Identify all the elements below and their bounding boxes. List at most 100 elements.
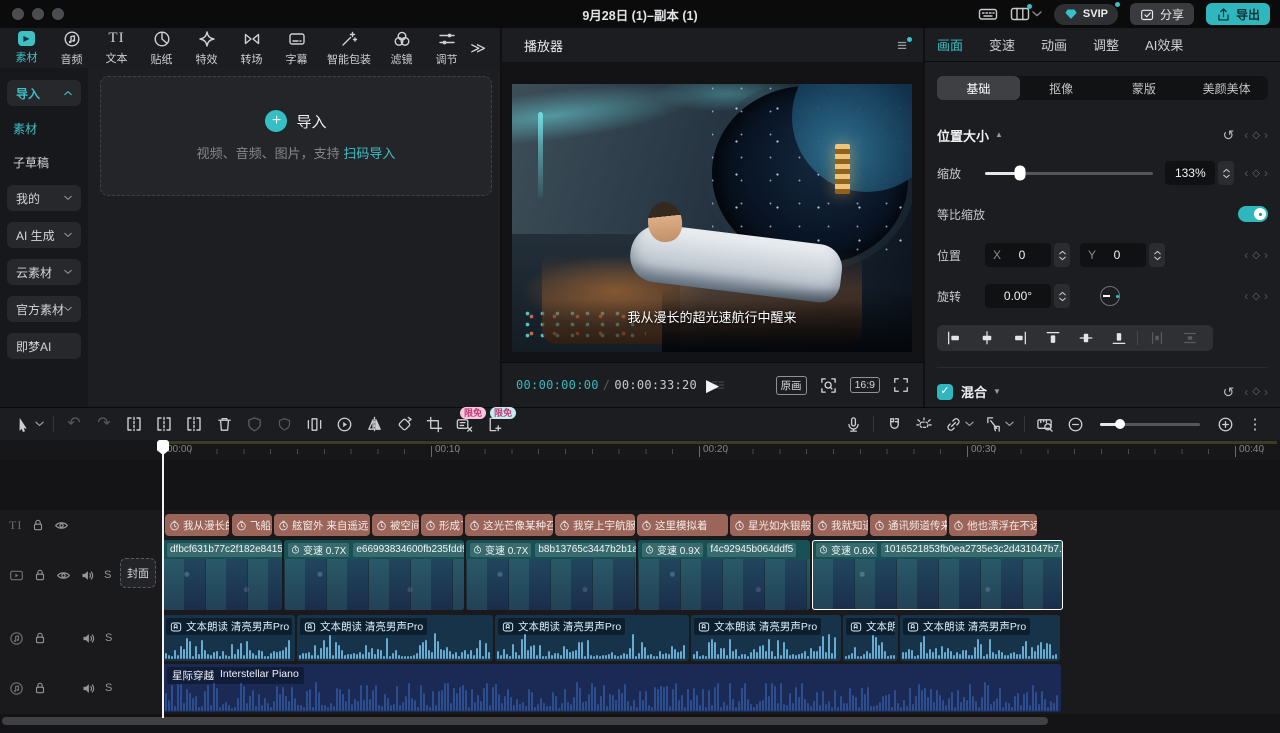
- tab-adjustment[interactable]: 调整: [1093, 35, 1119, 54]
- undo-icon[interactable]: ↶: [59, 411, 89, 437]
- slider-handle[interactable]: [1115, 419, 1125, 429]
- tts-audio-clip[interactable]: 文本朗: [843, 615, 898, 661]
- auto-snap-icon[interactable]: [909, 411, 939, 437]
- crop-icon[interactable]: [419, 411, 449, 437]
- timeline-ruler[interactable]: 00:0000:1000:2000:3000:40: [0, 440, 1280, 460]
- scan-import-link[interactable]: 扫码导入: [343, 146, 395, 161]
- sidebar-group-mine[interactable]: 我的: [7, 185, 81, 211]
- align-top-icon[interactable]: [1036, 325, 1069, 351]
- tab-captions[interactable]: 字幕: [274, 30, 319, 67]
- music-clip[interactable]: 星际穿越Interstellar Piano: [163, 664, 1061, 712]
- select-tool-button[interactable]: [10, 411, 48, 437]
- tab-adjust[interactable]: 调节: [424, 30, 469, 67]
- keyframe-controls[interactable]: ‹◇›: [1244, 385, 1268, 399]
- align-left-icon[interactable]: [937, 325, 970, 351]
- subtab-basic[interactable]: 基础: [937, 76, 1020, 100]
- tab-picture[interactable]: 画面: [937, 35, 963, 54]
- svip-button[interactable]: SVIP: [1054, 4, 1118, 25]
- video-clip[interactable]: 变速 0.9Xf4c92945b064ddf5: [638, 540, 810, 610]
- text-clip[interactable]: 我穿上宇航服 独: [555, 514, 635, 536]
- split-keep-left-icon[interactable]: [149, 411, 179, 437]
- align-bottom-icon[interactable]: [1102, 325, 1135, 351]
- link-tool-button[interactable]: [939, 411, 979, 437]
- subtab-beauty[interactable]: 美颜美体: [1185, 76, 1268, 100]
- video-clip[interactable]: dfbcf631b77c2f182e8415cd8: [163, 540, 282, 610]
- focus-preview-icon[interactable]: [820, 377, 837, 394]
- minimize-window-icon[interactable]: [32, 8, 44, 20]
- tts-audio-clip[interactable]: 文本朗读 清亮男声Pro: [163, 615, 295, 661]
- sidebar-group-ai-generate[interactable]: AI 生成: [7, 222, 81, 248]
- align-center-vertical-icon[interactable]: [1069, 325, 1102, 351]
- subtab-cutout[interactable]: 抠像: [1020, 76, 1103, 100]
- text-clip[interactable]: 这光芒像某种召唤: [465, 514, 553, 536]
- import-drop-area[interactable]: + 导入 视频、音频、图片，支持 扫码导入: [100, 76, 492, 196]
- tab-text[interactable]: TI 文本: [94, 30, 139, 66]
- rotation-field[interactable]: 0.00°: [985, 284, 1051, 308]
- rotation-dial[interactable]: [1100, 286, 1120, 306]
- video-clip[interactable]: 变速 0.7Xb8b13765c3447b2b1a490: [466, 540, 636, 610]
- text-clip[interactable]: 星光如水银般倾: [730, 514, 811, 536]
- tab-sticker[interactable]: 贴纸: [139, 30, 184, 67]
- layout-panels-icon[interactable]: [1010, 5, 1042, 23]
- keyframe-controls[interactable]: ‹◇›: [1244, 166, 1268, 180]
- slider-handle[interactable]: [1015, 166, 1026, 181]
- aspect-ratio-button[interactable]: 16:9: [850, 377, 880, 393]
- tab-media[interactable]: ▶ 素材: [4, 31, 49, 65]
- scale-value[interactable]: 133%: [1165, 161, 1215, 185]
- export-button[interactable]: 导出: [1206, 3, 1270, 25]
- position-x-field[interactable]: X 0: [985, 243, 1051, 267]
- sidebar-item-jimeng-ai[interactable]: 即梦AI: [7, 333, 81, 359]
- video-clip[interactable]: 变速 0.6X1016521853fb0ea2735e3c2d431047b7.…: [812, 540, 1063, 610]
- distribute-vertical-icon[interactable]: [1173, 325, 1206, 351]
- delete-icon[interactable]: [209, 411, 239, 437]
- sidebar-group-cloud[interactable]: 云素材: [7, 259, 81, 285]
- sidebar-item-import[interactable]: 导入: [7, 80, 81, 106]
- mirror-icon[interactable]: [359, 411, 389, 437]
- reset-icon[interactable]: ↺: [1223, 128, 1235, 142]
- keyframe-controls[interactable]: ‹◇›: [1244, 289, 1268, 303]
- sidebar-group-official[interactable]: 官方素材: [7, 296, 81, 322]
- tts-audio-clip[interactable]: 文本朗读 清亮男声Pro: [691, 615, 841, 661]
- split-keep-right-icon[interactable]: [179, 411, 209, 437]
- uniform-scale-toggle[interactable]: [1238, 206, 1268, 222]
- text-clip[interactable]: 我从漫长的超: [165, 514, 229, 536]
- align-right-icon[interactable]: [1003, 325, 1036, 351]
- sidebar-item-material[interactable]: 素材: [7, 120, 81, 137]
- align-center-horizontal-icon[interactable]: [970, 325, 1003, 351]
- tts-audio-clip[interactable]: 文本朗读 清亮男声Pro: [297, 615, 493, 661]
- freeze-frame-icon[interactable]: [299, 411, 329, 437]
- player-menu-icon[interactable]: ≡: [897, 37, 907, 54]
- window-controls[interactable]: [12, 8, 64, 20]
- tab-speed[interactable]: 变速: [989, 35, 1015, 54]
- reset-icon[interactable]: ↺: [1223, 385, 1235, 399]
- sidebar-item-subdraft[interactable]: 子草稿: [7, 154, 81, 171]
- text-clip[interactable]: 这里模拟着: [637, 514, 728, 536]
- distribute-horizontal-icon[interactable]: [1140, 325, 1173, 351]
- preview-axis-icon[interactable]: [1030, 411, 1060, 437]
- subtab-mask[interactable]: 蒙版: [1103, 76, 1186, 100]
- tab-filters[interactable]: 滤镜: [379, 30, 424, 67]
- select-linked-button[interactable]: [979, 411, 1019, 437]
- text-clip[interactable]: 飞船正: [232, 514, 272, 536]
- scale-slider[interactable]: [985, 172, 1153, 175]
- shield-icon[interactable]: [269, 411, 299, 437]
- tts-audio-clip[interactable]: 文本朗读 清亮男声Pro: [900, 615, 1060, 661]
- redo-icon[interactable]: ↷: [89, 411, 119, 437]
- tab-animation[interactable]: 动画: [1041, 35, 1067, 54]
- more-options-icon[interactable]: ⋮: [1240, 411, 1270, 437]
- rotation-stepper[interactable]: [1054, 284, 1070, 308]
- expand-tabs-icon[interactable]: ≫: [470, 41, 486, 56]
- tab-transitions[interactable]: 转场: [229, 30, 274, 67]
- shield-check-icon[interactable]: [239, 411, 269, 437]
- collapse-icon[interactable]: ▲: [995, 131, 1003, 139]
- clip-trim-handle-left[interactable]: [812, 540, 813, 610]
- tab-effects[interactable]: 特效: [184, 30, 229, 67]
- text-clip[interactable]: 形成了: [421, 514, 463, 536]
- blend-checkbox[interactable]: ✓: [937, 384, 953, 400]
- position-x-stepper[interactable]: [1054, 243, 1070, 267]
- remove-text-icon[interactable]: 限免: [449, 411, 479, 437]
- split-icon[interactable]: [119, 411, 149, 437]
- position-y-field[interactable]: Y 0: [1080, 243, 1146, 267]
- zoom-in-icon[interactable]: [1210, 411, 1240, 437]
- tab-audio[interactable]: 音频: [49, 30, 94, 67]
